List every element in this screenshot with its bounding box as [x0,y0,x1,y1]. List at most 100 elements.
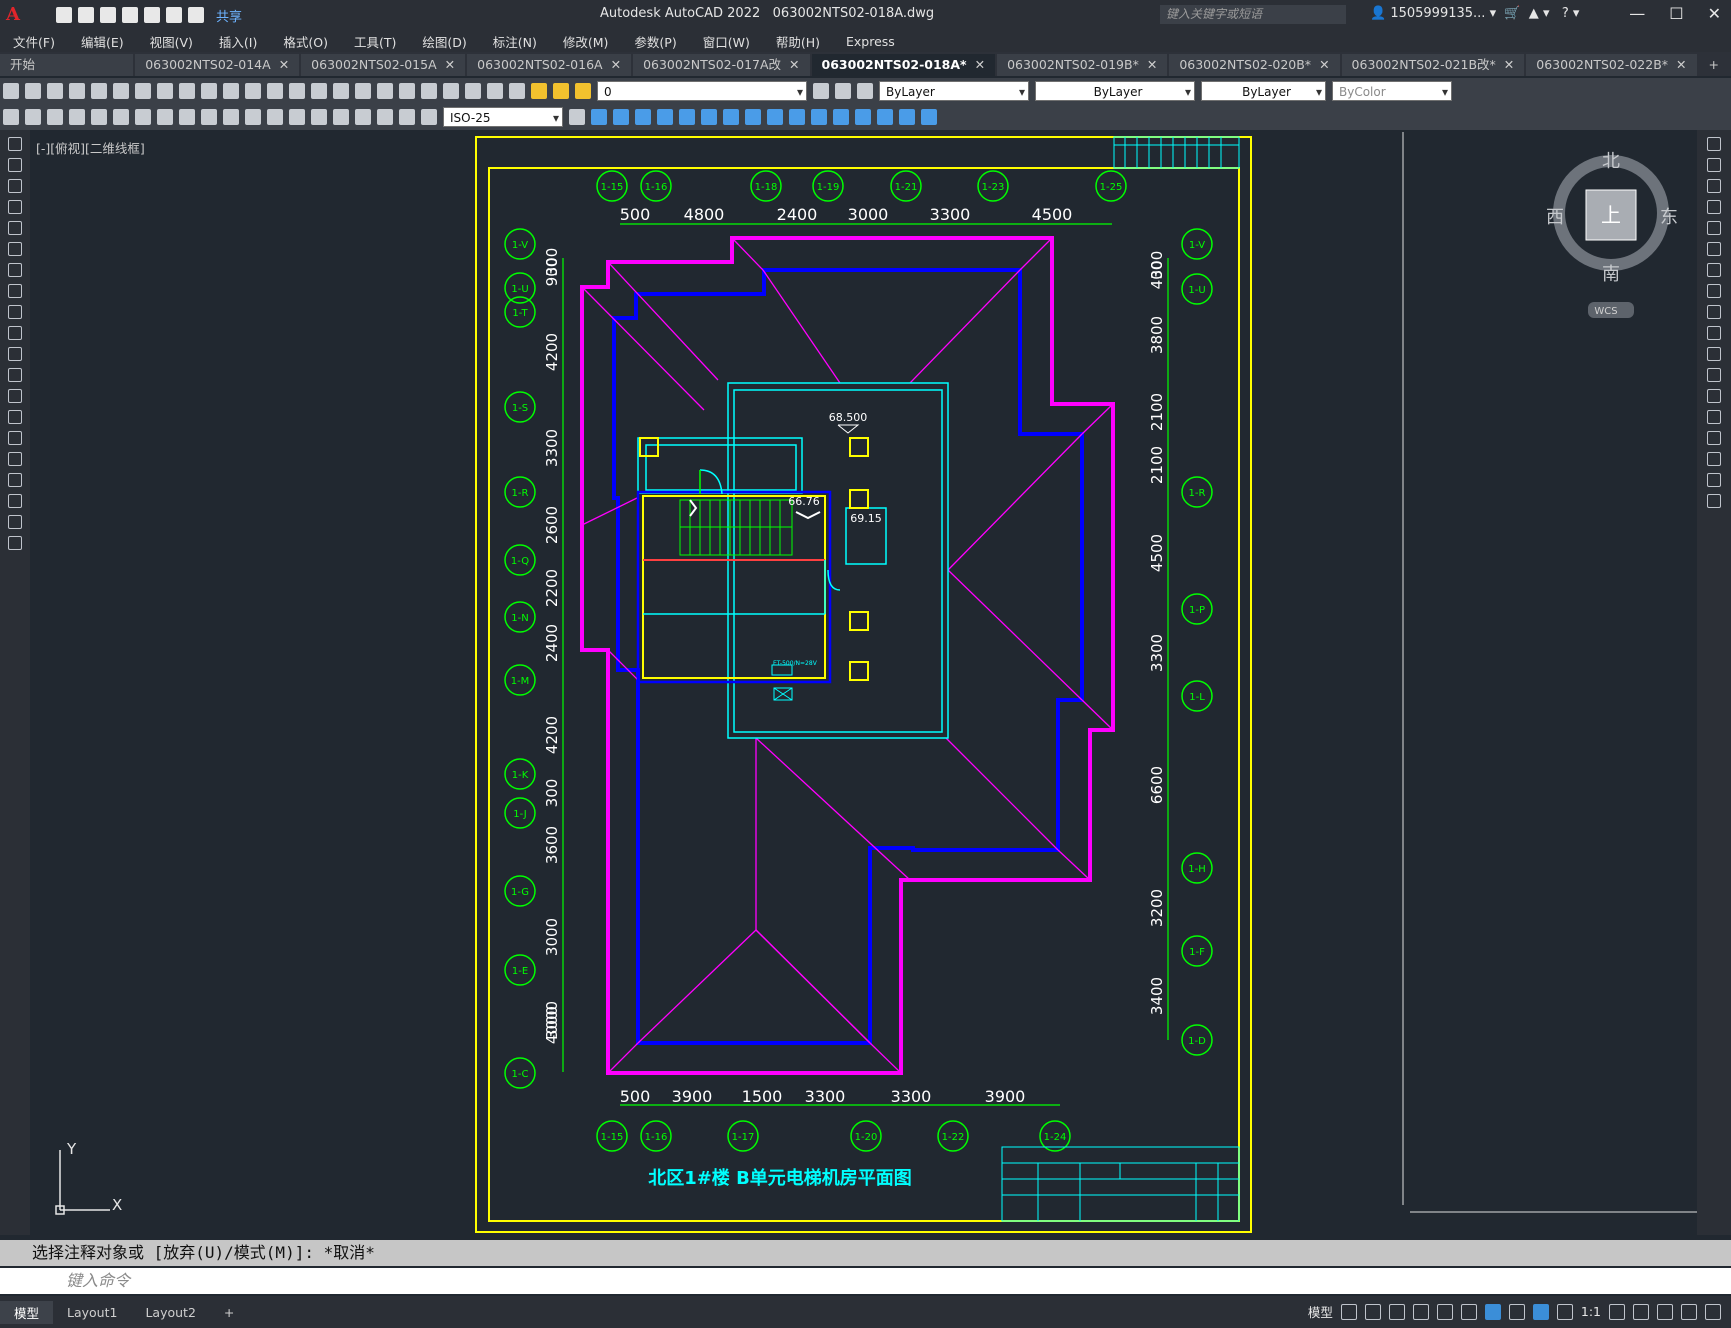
blend-curves-icon[interactable] [1707,473,1721,487]
menu-item[interactable]: 视图(V) [137,32,206,51]
tolerance-icon[interactable] [289,109,305,125]
layout-tab-layout1[interactable]: Layout1 [53,1303,131,1322]
share-button[interactable]: 共享 [216,6,242,25]
layer-dropdown[interactable]: 0 [597,81,807,102]
insert-block-icon[interactable] [8,368,22,382]
file-tab[interactable]: 063002NTS02-018A* ✕ [811,54,996,76]
menu-item[interactable]: 绘图(D) [409,32,479,51]
join-icon[interactable] [1707,410,1721,424]
undo-icon[interactable] [166,7,182,23]
print-icon[interactable] [144,7,160,23]
arc-icon[interactable] [8,242,22,256]
close-tab-icon[interactable]: ✕ [279,57,289,72]
model-space-button[interactable]: 模型 [1308,1302,1333,1321]
undo-icon[interactable] [223,83,239,99]
close-tab-icon[interactable]: ✕ [1147,57,1157,72]
linetype-dropdown[interactable]: ByLayer [1035,81,1195,102]
autocad-logo-icon[interactable]: A [6,4,28,26]
new-tab-button[interactable]: + [1699,54,1729,76]
mirror-icon[interactable] [1707,179,1721,193]
plotstyle-dropdown[interactable]: ByColor [1332,81,1452,102]
dim-ordinate-icon[interactable] [69,109,85,125]
dim-angular-icon[interactable] [157,109,173,125]
menu-item[interactable]: 修改(M) [550,32,622,51]
workspace-gear-icon[interactable] [1609,1303,1625,1320]
menu-item[interactable]: 格式(O) [270,32,341,51]
mirror-icon[interactable] [635,109,651,125]
erase-icon[interactable] [921,109,937,125]
tool-palettes-icon[interactable] [399,83,415,99]
polar-icon[interactable] [1412,1303,1429,1320]
annotation-scale[interactable]: 1:1 [1581,1304,1601,1319]
extend-icon[interactable] [789,109,805,125]
user-account[interactable]: 👤 1505999135... ▾ 🛒 ▲ ▾ ? ▾ [1370,6,1579,21]
layer-properties-icon[interactable] [509,83,525,99]
save-as-icon[interactable] [122,7,138,23]
help-button[interactable]: ? [1562,6,1569,21]
sheet-set-icon[interactable] [421,83,437,99]
explode-icon[interactable] [899,109,915,125]
snap-icon[interactable] [1364,1303,1381,1320]
file-tab[interactable]: 063002NTS02-019B* ✕ [997,54,1168,76]
open-icon[interactable] [78,7,94,23]
rotate-icon[interactable] [1707,263,1721,277]
inspect-icon[interactable] [333,109,349,125]
markup-icon[interactable] [443,83,459,99]
open-icon[interactable] [25,83,41,99]
make-block-icon[interactable] [8,389,22,403]
scale-icon[interactable] [1707,284,1721,298]
table-icon[interactable] [8,494,22,508]
offset-icon[interactable] [1707,200,1721,214]
dim-text-edit-icon[interactable] [399,109,415,125]
copy-icon[interactable] [1707,158,1721,172]
dim-jogged-icon[interactable] [113,109,129,125]
menu-item[interactable]: Express [833,34,908,49]
spline-icon[interactable] [8,305,22,319]
revision-cloud-icon[interactable] [8,284,22,298]
search-input[interactable]: 键入关键字或短语 [1160,5,1346,24]
quick-dim-icon[interactable] [179,109,195,125]
lineweight-dropdown[interactable]: ByLayer [1201,81,1326,102]
redo-icon[interactable] [245,83,261,99]
paste-icon[interactable] [179,83,195,99]
array-icon[interactable] [1707,221,1721,235]
clean-screen-icon[interactable] [1681,1303,1697,1320]
file-tab[interactable]: 063002NTS02-014A ✕ [135,54,300,76]
save-icon[interactable] [100,7,116,23]
file-tab[interactable]: 063002NTS02-016A ✕ [467,54,632,76]
zoom-previous-icon[interactable] [333,83,349,99]
grid-icon[interactable] [1340,1303,1357,1320]
pan-icon[interactable] [267,83,283,99]
rectangle-icon[interactable] [8,221,22,235]
viewport-controls-label[interactable]: [-][俯视][二维线框] [36,138,145,157]
minimize-icon[interactable]: — [1629,4,1645,23]
match-properties-icon[interactable] [201,83,217,99]
command-input[interactable]: 键入命令 [0,1268,1731,1294]
menu-item[interactable]: 参数(P) [621,32,689,51]
menu-item[interactable]: 工具(T) [341,32,409,51]
menu-item[interactable]: 文件(F) [0,32,68,51]
plot-preview-icon[interactable] [91,83,107,99]
file-tab[interactable]: 063002NTS02-022B* ✕ [1526,54,1697,76]
jogged-linear-icon[interactable] [355,109,371,125]
stretch-icon[interactable] [745,109,761,125]
join-icon[interactable] [833,109,849,125]
dim-baseline-icon[interactable] [201,109,217,125]
menu-item[interactable]: 插入(I) [206,32,270,51]
layout-tab-layout2[interactable]: Layout2 [131,1303,209,1322]
file-tab[interactable]: 063002NTS02-017A改 ✕ [633,54,810,76]
dim-aligned-icon[interactable] [25,109,41,125]
dim-continue-icon[interactable] [223,109,239,125]
close-tab-icon[interactable]: ✕ [611,57,621,72]
fillet-icon[interactable] [1707,452,1721,466]
extend-icon[interactable] [1707,347,1721,361]
layout-tab-model[interactable]: 模型 [0,1300,54,1324]
zoom-window-icon[interactable] [311,83,327,99]
move-icon[interactable] [591,109,607,125]
fillet-icon[interactable] [877,109,893,125]
layer-states-icon[interactable] [857,83,873,99]
break-at-point-icon[interactable] [1707,368,1721,382]
erase-icon[interactable] [1707,137,1721,151]
center-mark-icon[interactable] [311,109,327,125]
save-icon[interactable] [47,83,63,99]
